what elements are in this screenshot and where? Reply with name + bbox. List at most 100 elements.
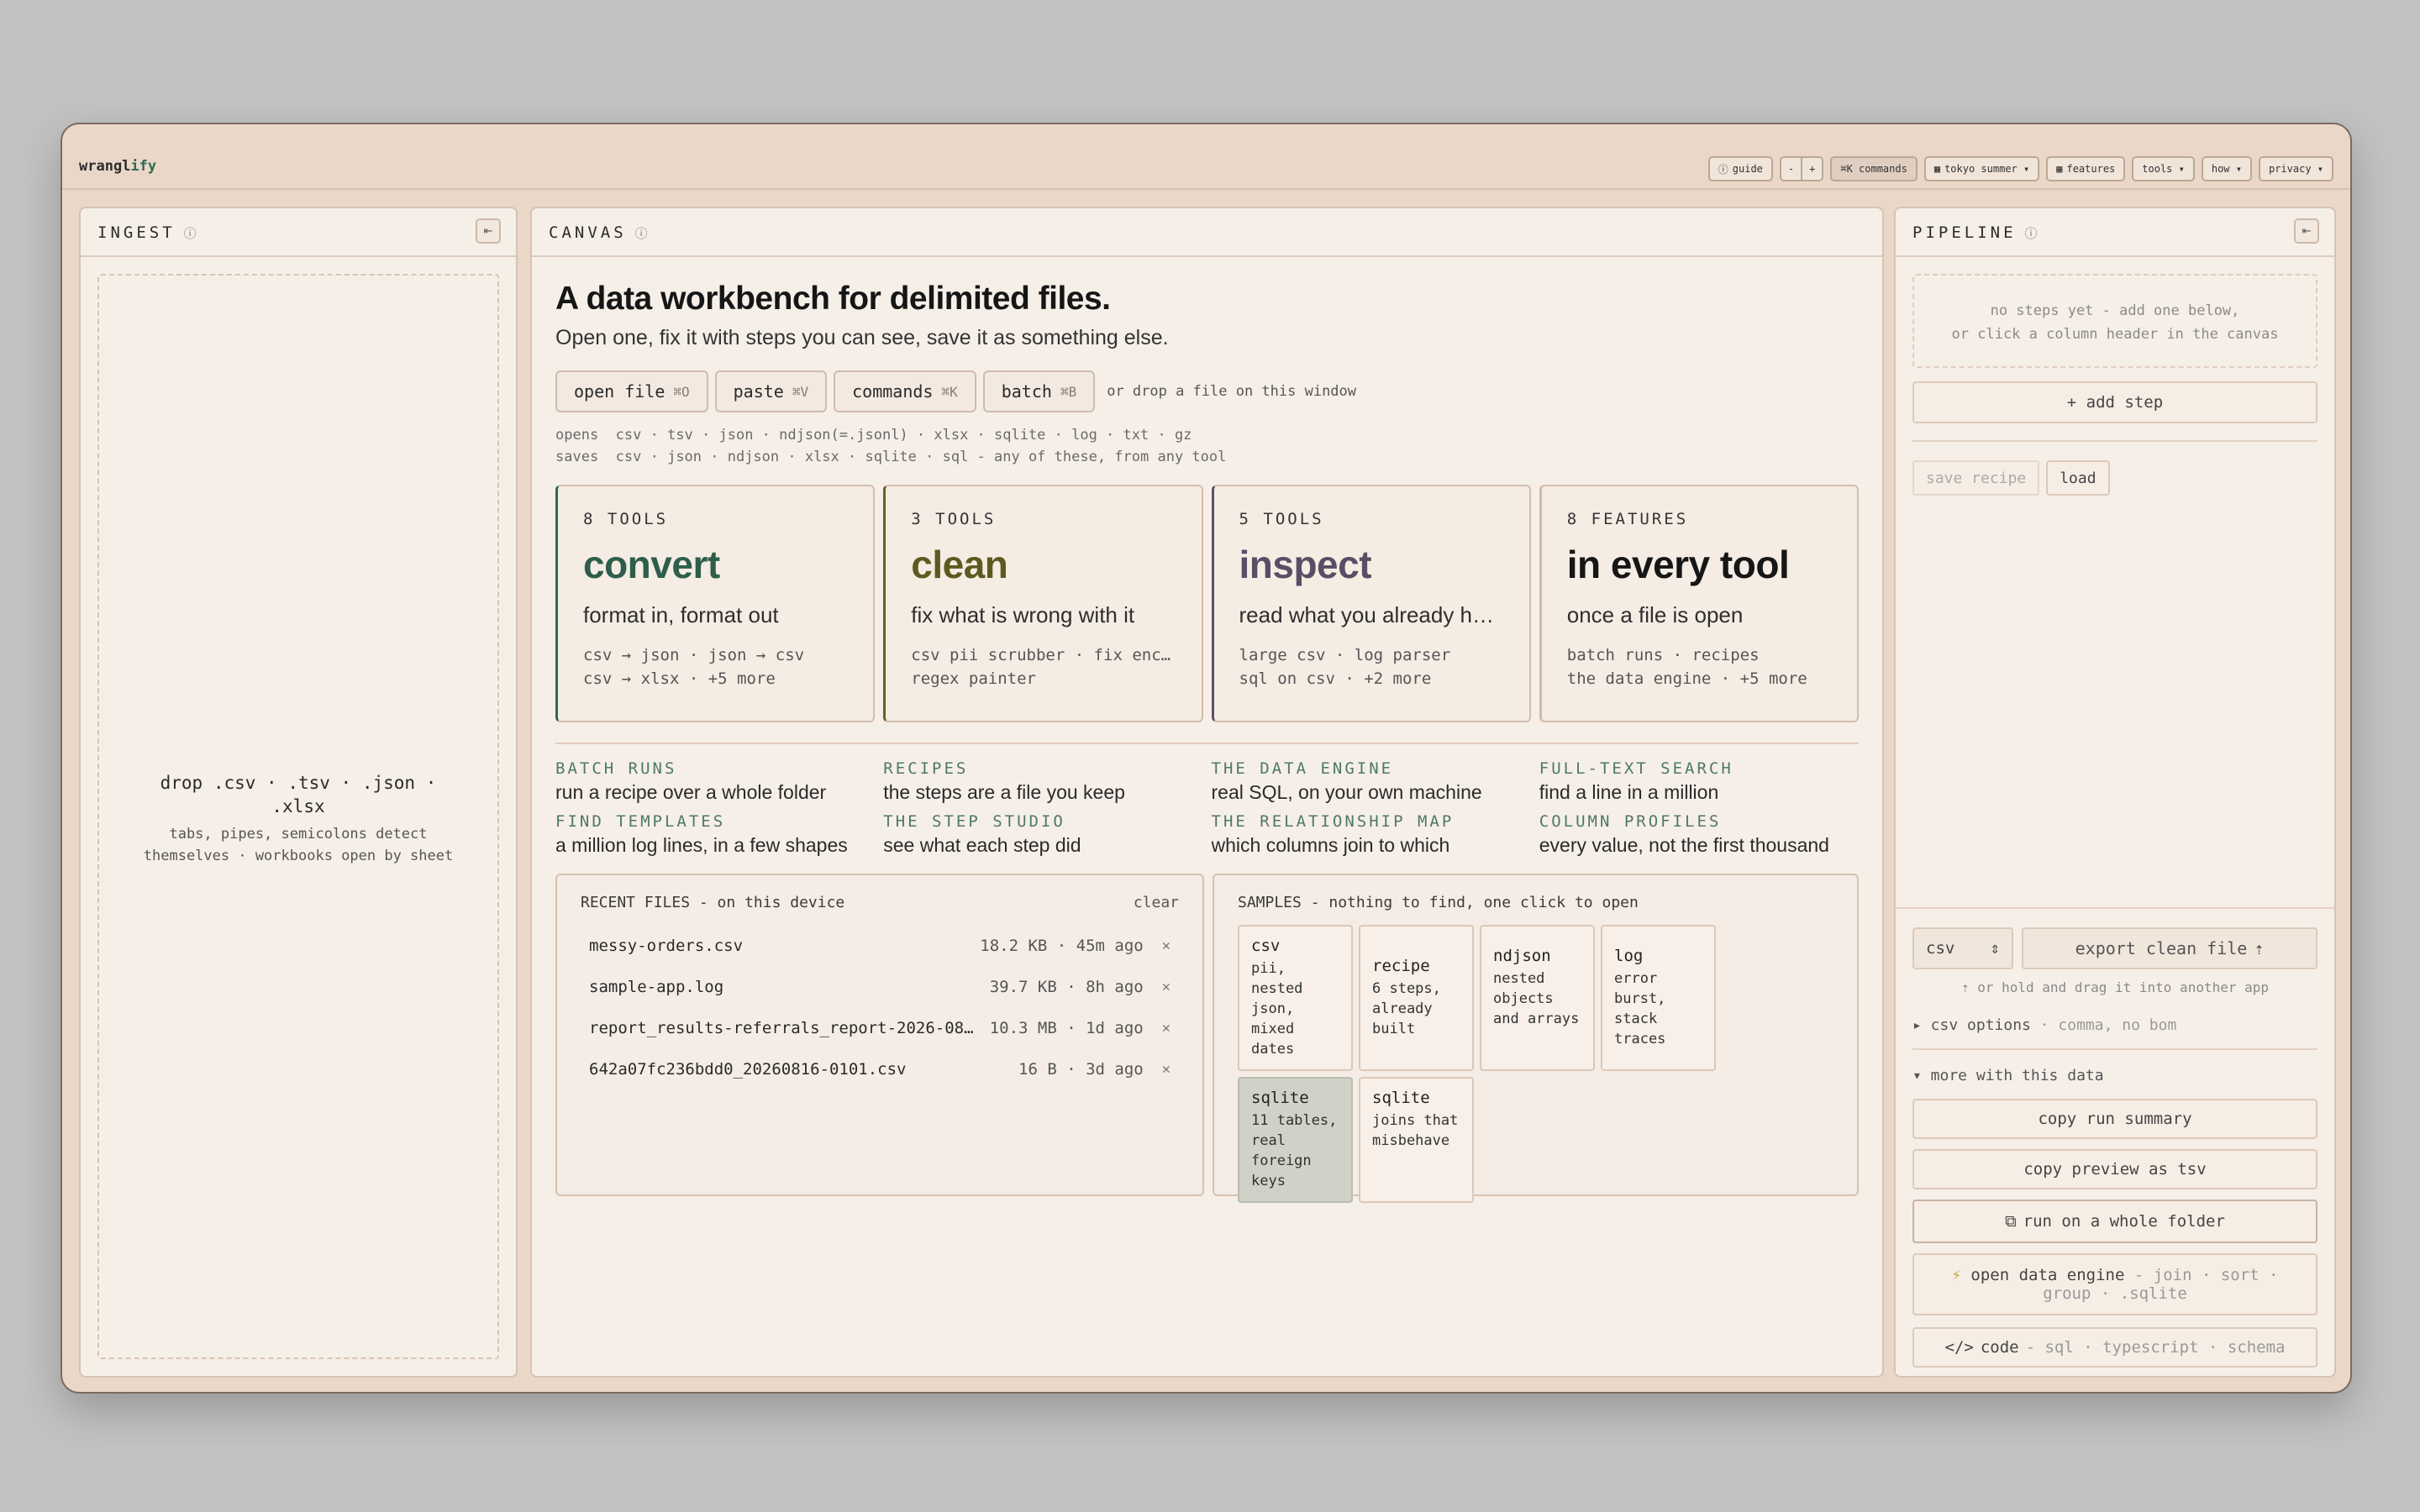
more-toggle[interactable]: ▾ more with this data	[1912, 1067, 2104, 1084]
code-button[interactable]: </> code - sql · typescript · schema	[1912, 1327, 2317, 1368]
divider	[1912, 440, 2317, 442]
feature-list: BATCH RUNS run a recipe over a whole fold…	[555, 759, 1859, 857]
tool-cards: 8 TOOLS convert format in, format out cs…	[555, 485, 1859, 722]
sample-tile[interactable]: csv pii, nested json, mixed dates	[1238, 925, 1353, 1071]
hero-subtitle: Open one, fix it with steps you can see,…	[555, 326, 1169, 349]
features-button[interactable]: ▦ features	[2046, 156, 2126, 181]
commands-action-button[interactable]: commands ⌘K	[834, 370, 976, 412]
sample-tile-selected[interactable]: sqlite 11 tables, real foreign keys	[1238, 1077, 1353, 1203]
info-icon[interactable]: ⓘ	[635, 224, 648, 242]
sample-tile[interactable]: log error burst, stack traces	[1601, 925, 1716, 1071]
card-name: convert	[583, 543, 720, 586]
load-recipe-button[interactable]: load	[2046, 460, 2110, 496]
lightning-icon: ⚡	[1951, 1266, 1961, 1284]
feature-item[interactable]: COLUMN PROFILES every value, not the firs…	[1539, 812, 1859, 857]
pipeline-header: PIPELINE ⓘ ⇤	[1896, 208, 2334, 257]
card-name: in every tool	[1566, 543, 1790, 586]
recent-file-row[interactable]: sample-app.log 39.7 KB · 8h ago ✕	[581, 966, 1179, 1007]
remove-icon[interactable]: ✕	[1162, 1020, 1171, 1037]
opens-formats: opens csv · tsv · json · ndjson(=.jsonl)…	[555, 427, 1192, 444]
sample-tile[interactable]: ndjson nested objects and arrays	[1480, 925, 1595, 1071]
collapse-left-icon[interactable]: ⇤	[476, 218, 501, 244]
brand-name-accent: ify	[130, 158, 157, 175]
every-tool-card[interactable]: 8 FEATURES in every tool once a file is …	[1539, 485, 1859, 722]
tools-dropdown[interactable]: tools ▾	[2132, 156, 2195, 181]
run-folder-button[interactable]: ⧉ run on a whole folder	[1912, 1200, 2317, 1243]
feature-item[interactable]: BATCH RUNS run a recipe over a whole fold…	[555, 759, 875, 804]
feature-item[interactable]: THE RELATIONSHIP MAP which columns join t…	[1212, 812, 1531, 857]
export-section: csv ⇕ export clean file ⇡ ⇡ or hold and dr…	[1896, 907, 2334, 1376]
how-dropdown[interactable]: how ▾	[2201, 156, 2252, 181]
pipeline-panel: PIPELINE ⓘ ⇤ no steps yet - add one below…	[1894, 207, 2336, 1378]
sample-tile[interactable]: recipe 6 steps, already built	[1359, 925, 1474, 1071]
drop-note: or drop a file on this window	[1107, 383, 1357, 400]
brand-logo[interactable]: wranglify	[79, 158, 156, 175]
recipe-controls: save recipe load	[1912, 460, 2110, 496]
drag-note: ⇡ or hold and drag it into another app	[1960, 979, 2270, 995]
save-recipe-button[interactable]: save recipe	[1912, 460, 2040, 496]
recent-files-title: RECENT FILES - on this device	[581, 894, 845, 911]
info-icon[interactable]: ⓘ	[184, 224, 197, 242]
recent-file-row[interactable]: messy-orders.csv 18.2 KB · 45m ago ✕	[581, 925, 1179, 966]
export-arrow-icon: ⇡	[2254, 938, 2265, 958]
remove-icon[interactable]: ✕	[1162, 1061, 1171, 1078]
canvas-header: CANVAS ⓘ	[532, 208, 1882, 257]
app-window: wranglify ⓘ guide - + ⌘K commands ▦ tokyo …	[60, 123, 2352, 1394]
format-info: opens csv · tsv · json · ndjson(=.jsonl)…	[555, 424, 1859, 468]
action-bar: open file ⌘O paste ⌘V commands ⌘K batch ⌘B o…	[555, 370, 1859, 412]
csv-options-toggle[interactable]: ▸ csv options · comma, no bom	[1912, 1016, 2176, 1034]
recent-file-row[interactable]: 642a07fc236bdd0_20260816-0101.csv 16 B · …	[581, 1048, 1179, 1089]
batch-button[interactable]: batch ⌘B	[982, 370, 1096, 412]
remove-icon[interactable]: ✕	[1162, 979, 1171, 995]
ingest-header: INGEST ⓘ ⇤	[81, 208, 516, 257]
zoom-out-button[interactable]: -	[1779, 156, 1803, 181]
copy-summary-button[interactable]: copy run summary	[1912, 1099, 2317, 1139]
ingest-title: INGEST	[97, 223, 176, 242]
zoom-in-button[interactable]: +	[1802, 156, 1824, 181]
zoom-controls: - +	[1779, 156, 1824, 181]
empty-steps-placeholder: no steps yet - add one below, or click a…	[1912, 274, 2317, 368]
export-button[interactable]: export clean file ⇡	[2022, 927, 2317, 969]
collapse-right-icon[interactable]: ⇤	[2294, 218, 2319, 244]
toolbar: ⓘ guide - + ⌘K commands ▦ tokyo summer ▾ ▦…	[1707, 156, 2333, 181]
updown-chevron-icon: ⇕	[1990, 939, 2000, 958]
saves-formats: saves csv · json · ndjson · xlsx · sqlit…	[555, 449, 1227, 465]
canvas-panel: CANVAS ⓘ A data workbench for delimited f…	[530, 207, 1884, 1378]
open-file-button[interactable]: open file ⌘O	[555, 370, 708, 412]
inspect-card[interactable]: 5 TOOLS inspect read what you already h……	[1211, 485, 1531, 722]
export-row: csv ⇕ export clean file ⇡	[1912, 927, 2317, 969]
recent-files-list: messy-orders.csv 18.2 KB · 45m ago ✕ sampl…	[581, 925, 1179, 1089]
theme-swatch-icon: ▦	[1933, 163, 1941, 175]
theme-dropdown[interactable]: ▦ tokyo summer ▾	[1923, 156, 2040, 181]
feature-item[interactable]: FIND TEMPLATES a million log lines, in a …	[555, 812, 875, 857]
copy-preview-button[interactable]: copy preview as tsv	[1912, 1149, 2317, 1189]
top-bar: wranglify ⓘ guide - + ⌘K commands ▦ tokyo …	[62, 124, 2350, 190]
paste-button[interactable]: paste ⌘V	[714, 370, 828, 412]
section-divider	[555, 743, 1859, 744]
feature-item[interactable]: FULL-TEXT SEARCH find a line in a million	[1539, 759, 1859, 804]
canvas-body: A data workbench for delimited files. Op…	[555, 257, 1859, 1203]
file-dropzone[interactable]: drop .csv · .tsv · .json · .xlsx tabs, p…	[97, 274, 499, 1359]
feature-item[interactable]: THE STEP STUDIO see what each step did	[883, 812, 1202, 857]
data-engine-button[interactable]: ⚡ open data engine - join · sort · group…	[1912, 1253, 2317, 1315]
remove-icon[interactable]: ✕	[1162, 937, 1171, 954]
privacy-dropdown[interactable]: privacy ▾	[2258, 156, 2333, 181]
feature-item[interactable]: THE DATA ENGINE real SQL, on your own mac…	[1212, 759, 1531, 804]
clean-card[interactable]: 3 TOOLS clean fix what is wrong with it …	[883, 485, 1203, 722]
format-select[interactable]: csv ⇕	[1912, 927, 2013, 969]
ingest-panel: INGEST ⓘ ⇤ drop .csv · .tsv · .json · .xl…	[79, 207, 518, 1378]
card-name: inspect	[1239, 543, 1372, 586]
add-step-button[interactable]: + add step	[1912, 381, 2317, 423]
recent-file-row[interactable]: report_results-referrals_report-2026-08……	[581, 1007, 1179, 1048]
canvas-title: CANVAS	[549, 223, 627, 242]
samples-grid: csv pii, nested json, mixed dates recipe 6…	[1238, 925, 1833, 1203]
info-icon[interactable]: ⓘ	[2025, 224, 2038, 242]
convert-card[interactable]: 8 TOOLS convert format in, format out cs…	[555, 485, 876, 722]
guide-button[interactable]: ⓘ guide	[1707, 156, 1773, 181]
commands-button[interactable]: ⌘K commands	[1830, 156, 1918, 181]
clear-recent-button[interactable]: clear	[1134, 894, 1179, 911]
bottom-row: RECENT FILES - on this device clear mess…	[555, 874, 1859, 1203]
feature-item[interactable]: RECIPES the steps are a file you keep	[883, 759, 1202, 804]
sample-tile[interactable]: sqlite joins that misbehave	[1359, 1077, 1474, 1203]
card-name: clean	[911, 543, 1008, 586]
